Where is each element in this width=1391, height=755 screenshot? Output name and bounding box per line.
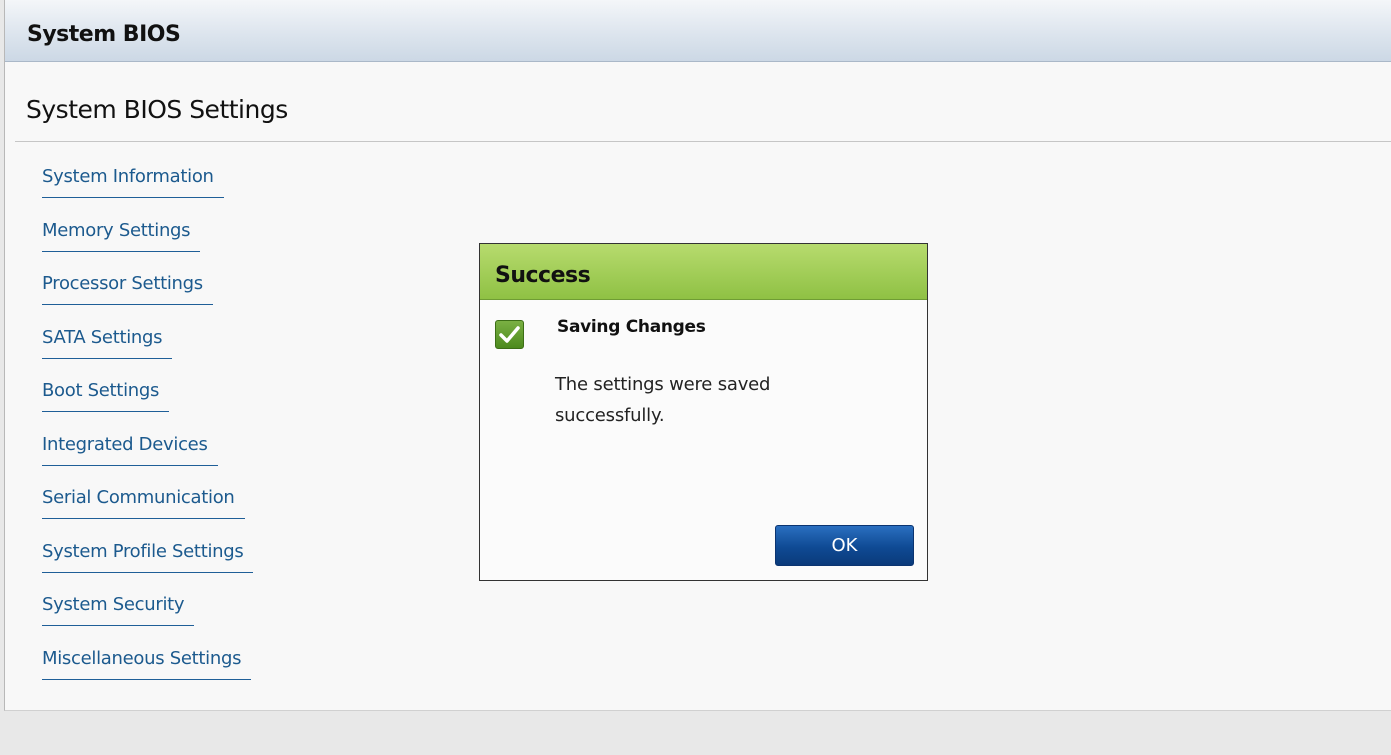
menu-item-system-profile-settings: System Profile Settings <box>42 540 254 594</box>
system-security-link[interactable]: System Security <box>42 593 195 626</box>
boot-settings-link[interactable]: Boot Settings <box>42 379 170 412</box>
success-dialog: Success Saving Changes The settings were… <box>479 243 928 581</box>
menu-item-serial-communication: Serial Communication <box>42 486 253 540</box>
system-information-link[interactable]: System Information <box>42 165 224 198</box>
menu-item-memory-settings: Memory Settings <box>42 219 253 273</box>
page-title: System BIOS <box>27 22 181 47</box>
menu-item-system-security: System Security <box>42 593 253 647</box>
section-title: System BIOS Settings <box>26 95 288 124</box>
dialog-header: Success <box>480 244 927 300</box>
menu-item-miscellaneous-settings: Miscellaneous Settings <box>42 647 253 701</box>
memory-settings-link[interactable]: Memory Settings <box>42 219 201 252</box>
dialog-title: Success <box>495 263 591 288</box>
menu-item-integrated-devices: Integrated Devices <box>42 433 253 487</box>
processor-settings-link[interactable]: Processor Settings <box>42 272 213 305</box>
sata-settings-link[interactable]: SATA Settings <box>42 326 173 359</box>
dialog-heading: Saving Changes <box>557 317 706 337</box>
serial-communication-link[interactable]: Serial Communication <box>42 486 245 519</box>
dialog-message: The settings were saved successfully. <box>555 374 771 426</box>
menu-item-boot-settings: Boot Settings <box>42 379 253 433</box>
check-icon <box>495 320 524 349</box>
menu-item-system-information: System Information <box>42 165 253 219</box>
settings-menu: System Information Memory Settings Proce… <box>42 165 254 701</box>
menu-item-processor-settings: Processor Settings <box>42 272 253 326</box>
system-profile-settings-link[interactable]: System Profile Settings <box>42 540 254 573</box>
ok-button[interactable]: OK <box>775 525 914 566</box>
title-bar: System BIOS <box>5 0 1391 62</box>
miscellaneous-settings-link[interactable]: Miscellaneous Settings <box>42 647 252 680</box>
menu-item-sata-settings: SATA Settings <box>42 326 253 380</box>
integrated-devices-link[interactable]: Integrated Devices <box>42 433 218 466</box>
section-divider <box>15 141 1391 142</box>
